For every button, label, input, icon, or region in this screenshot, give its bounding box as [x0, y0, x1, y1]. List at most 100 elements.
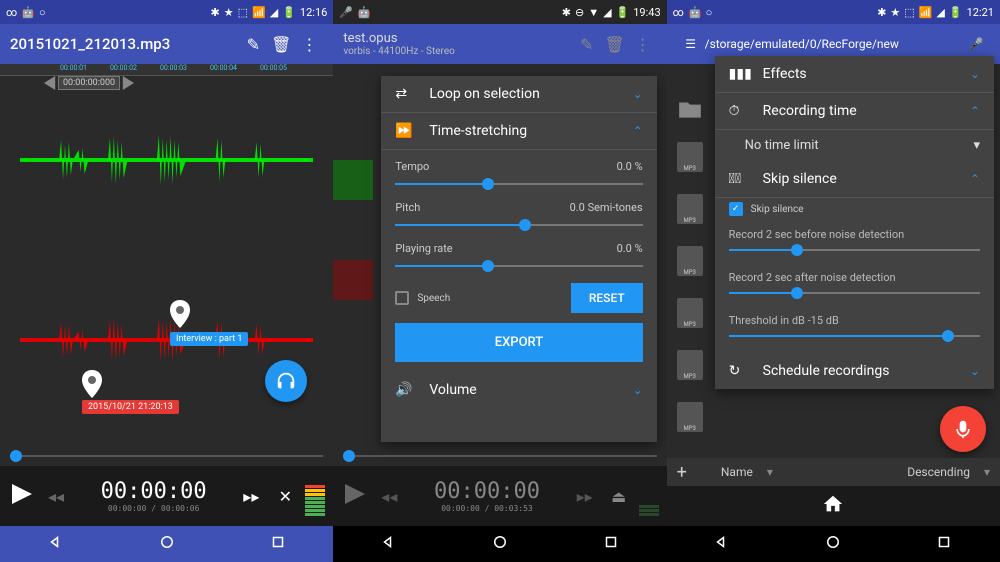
recording-time-row[interactable]: ⏱ Recording time ⌃ [715, 93, 994, 130]
loop-row[interactable]: ⇄ Loop on selection ⌄ [381, 76, 656, 113]
play-button[interactable] [341, 484, 369, 508]
playback-time: 00:00:00 [76, 479, 231, 504]
pitch-slider-row: Pitch0.0 Semi-tones [395, 201, 642, 232]
more-icon[interactable]: ⋮ [295, 35, 323, 54]
app-bar: test.opus vorbis - 44100Hz - Stereo ✎ 🗑 … [333, 24, 666, 64]
delete-icon[interactable]: 🗑 [267, 35, 295, 54]
add-button[interactable]: + [677, 462, 687, 483]
marker-pin-2[interactable] [82, 370, 102, 398]
edit-icon[interactable]: ✎ [239, 35, 267, 54]
home-icon[interactable] [822, 493, 844, 519]
file-icons-column: MP3 MP3 MP3 MP3 MP3 MP3 [677, 90, 703, 432]
status-bar: ∞🤖○ ✱★⬚📶◢🔋12:16 [0, 0, 333, 24]
effects-row[interactable]: ▮▮▮ Effects ⌄ [715, 56, 994, 93]
status-bar: ∞🤖○ ✱★⬚📶◢🔋12:21 [667, 0, 1000, 24]
no-time-limit-option[interactable]: No time limit ▾ [715, 130, 994, 161]
chevron-down-icon: ⌄ [970, 67, 980, 81]
marker-pin-1[interactable] [170, 300, 190, 328]
status-time: 19:43 [633, 6, 660, 19]
equalizer-icon: ▮▮▮ [729, 66, 751, 82]
timestretch-row[interactable]: ⏩ Time-stretching ⌃ [381, 113, 656, 150]
eject-button[interactable]: ⏏ [605, 487, 633, 506]
nav-home[interactable] [158, 533, 176, 555]
selection-start-handle[interactable]: 00:00:00:000 [44, 76, 134, 90]
sort-order[interactable]: Descending [907, 465, 970, 479]
reset-button[interactable]: RESET [571, 283, 643, 313]
playback-range: 00:00:00 / 00:00:06 [76, 504, 231, 513]
effects-panel: ⇄ Loop on selection ⌄ ⏩ Time-stretching … [381, 76, 656, 442]
skip-silence-checkbox[interactable]: ✓Skip silence [729, 202, 980, 216]
rate-slider[interactable] [395, 259, 642, 273]
app-bar: 20151021_212013.mp3 ✎ 🗑 ⋮ [0, 24, 333, 64]
nav-back[interactable] [47, 533, 65, 555]
nav-recent[interactable] [602, 533, 620, 555]
file-title: test.opus [343, 31, 572, 46]
export-button[interactable]: EXPORT [395, 323, 642, 362]
volume-icon: 🔊 [395, 382, 417, 398]
waveform-channel-2 [20, 310, 313, 370]
nav-bar [667, 526, 1000, 562]
playback-range: 00:00:00 / 00:03:53 [409, 504, 564, 513]
chevron-down-icon: ⌄ [970, 364, 980, 378]
after-label: Record 2 sec after noise detection [729, 267, 980, 286]
nav-back[interactable] [380, 533, 398, 555]
threshold-slider[interactable] [729, 329, 980, 343]
waveform-channel-1 [20, 130, 313, 190]
chevron-down-icon: ⌄ [633, 383, 643, 397]
nav-home[interactable] [491, 533, 509, 555]
volume-row[interactable]: 🔊 Volume ⌄ [381, 372, 656, 408]
chevron-down-icon: ⌄ [633, 87, 643, 101]
tempo-slider-row: Tempo0.0 % [395, 160, 642, 191]
play-button[interactable] [8, 484, 36, 508]
nav-bar [0, 526, 333, 562]
vu-meter [639, 476, 659, 516]
skip-silence-row[interactable]: 🎙̸ Skip silence ⌃ [715, 161, 994, 198]
forward-button[interactable]: ▸▸ [571, 487, 599, 506]
playback-bar: ◂◂ 00:00:00 00:00:00 / 00:00:06 ▸▸ ✕ [0, 466, 333, 526]
tempo-slider[interactable] [395, 177, 642, 191]
pitch-slider[interactable] [395, 218, 642, 232]
vu-meter [305, 476, 325, 516]
reload-icon: ↻ [729, 363, 751, 379]
sort-name[interactable]: Name [721, 465, 753, 479]
seek-bar[interactable] [333, 446, 666, 466]
nav-recent[interactable] [935, 533, 953, 555]
nav-home[interactable] [824, 533, 842, 555]
menu-icon[interactable]: ☰ [677, 37, 705, 51]
delete-icon[interactable]: 🗑 [601, 35, 629, 54]
seek-bar[interactable] [0, 446, 333, 466]
settings-panel: ▮▮▮ Effects ⌄ ⏱ Recording time ⌃ No time… [715, 56, 994, 389]
loop-icon: ⇄ [395, 86, 417, 102]
dropdown-icon: ▾ [767, 465, 773, 479]
path-text[interactable]: /storage/emulated/0/RecForge/new [705, 37, 962, 51]
threshold-label: Threshold in dB -15 dB [729, 310, 980, 329]
forward-button[interactable]: ▸▸ [237, 487, 265, 506]
dropdown-icon: ▾ [973, 138, 980, 153]
speech-checkbox[interactable]: Speech [395, 291, 450, 305]
before-slider[interactable] [729, 243, 980, 257]
rewind-button[interactable]: ◂◂ [375, 487, 403, 506]
nav-bar [333, 526, 666, 562]
chevron-up-icon: ⌃ [970, 172, 980, 186]
edit-icon[interactable]: ✎ [573, 35, 601, 54]
nav-recent[interactable] [269, 533, 287, 555]
marker-tag-timestamp[interactable]: 2015/10/21 21:20:13 [82, 400, 179, 414]
after-slider[interactable] [729, 286, 980, 300]
fastforward-icon: ⏩ [395, 123, 417, 139]
more-icon[interactable]: ⋮ [629, 35, 657, 54]
rewind-button[interactable]: ◂◂ [42, 487, 70, 506]
playback-time: 00:00:00 [409, 479, 564, 504]
marker-tag-interview[interactable]: Interview : part 1 [170, 332, 248, 346]
close-button[interactable]: ✕ [271, 487, 299, 506]
status-bar: 🎤🤖 ✱⊖▼◢🔋19:43 [333, 0, 666, 24]
schedule-row[interactable]: ↻ Schedule recordings ⌄ [715, 353, 994, 389]
bottom-bar [667, 486, 1000, 526]
status-time: 12:21 [967, 6, 994, 19]
dropdown-icon: ▾ [984, 465, 990, 479]
record-fab[interactable] [940, 406, 986, 452]
mic-icon[interactable]: 🎤 [962, 37, 990, 51]
playback-bar: ◂◂ 00:00:00 00:00:00 / 00:03:53 ▸▸ ⏏ [333, 466, 666, 526]
before-label: Record 2 sec before noise detection [729, 224, 980, 243]
sort-bar: + Name ▾ Descending ▾ [667, 458, 1000, 486]
nav-back[interactable] [713, 533, 731, 555]
